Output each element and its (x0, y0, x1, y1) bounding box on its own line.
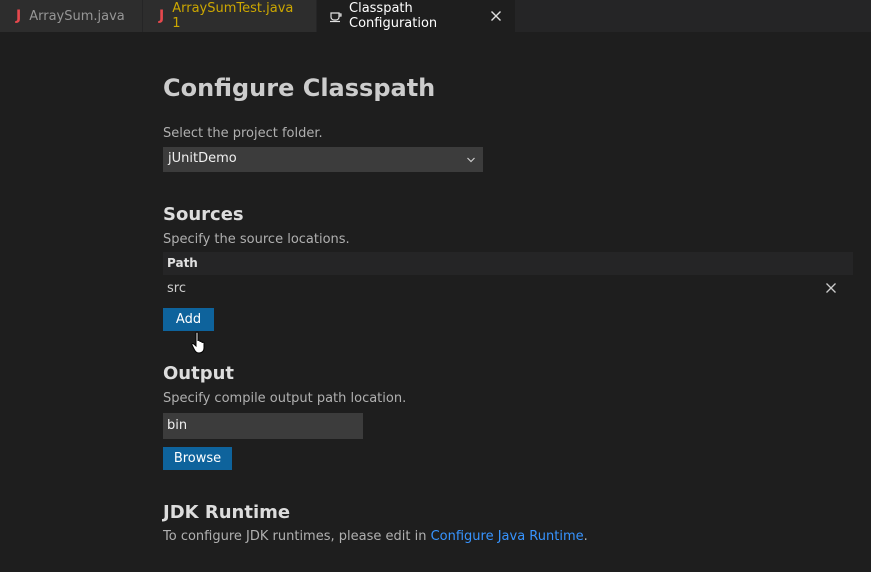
java-file-icon: J (159, 8, 165, 24)
output-heading: Output (163, 363, 235, 384)
tab-classpath-configuration[interactable]: Classpath Configuration (317, 0, 516, 32)
jdk-runtime-heading: JDK Runtime (163, 502, 291, 523)
add-source-button[interactable]: Add (163, 308, 214, 331)
editor-tab-bar: J ArraySum.java J ArraySumTest.java 1 Cl… (0, 0, 871, 32)
sources-table-header: Path (163, 252, 853, 275)
tab-label: ArraySumTest.java 1 (172, 1, 294, 31)
jdk-runtime-text-suffix: . (583, 529, 588, 544)
jdk-runtime-text: To configure JDK runtimes, please edit i… (163, 529, 588, 544)
tab-arraysum-java[interactable]: J ArraySum.java (0, 0, 143, 32)
remove-source-close-icon[interactable] (825, 282, 837, 298)
output-path-value: bin (167, 418, 188, 433)
project-folder-prompt: Select the project folder. (163, 126, 323, 141)
browse-button[interactable]: Browse (163, 447, 232, 470)
close-icon[interactable] (489, 8, 503, 24)
sources-description: Specify the source locations. (163, 232, 350, 247)
sources-heading: Sources (163, 204, 244, 225)
path-column-header: Path (167, 256, 198, 270)
source-path-value: src (167, 281, 186, 296)
tab-label: Classpath Configuration (349, 1, 438, 31)
output-path-input[interactable]: bin (163, 413, 363, 439)
tab-arraysumtest-java[interactable]: J ArraySumTest.java 1 (143, 0, 317, 32)
configure-java-runtime-link[interactable]: Configure Java Runtime (431, 529, 584, 544)
coffee-cup-icon (329, 9, 343, 23)
project-folder-select[interactable]: jUnitDemo (163, 147, 483, 172)
jdk-runtime-text-prefix: To configure JDK runtimes, please edit i… (163, 529, 431, 544)
page-title: Configure Classpath (163, 74, 436, 102)
table-row: src (163, 278, 853, 300)
project-folder-value: jUnitDemo (168, 151, 237, 166)
chevron-down-icon (466, 154, 476, 169)
tab-label: ArraySum.java (29, 8, 125, 24)
hand-pointer-cursor-icon (191, 331, 209, 359)
java-file-icon: J (16, 8, 22, 24)
output-description: Specify compile output path location. (163, 391, 407, 406)
